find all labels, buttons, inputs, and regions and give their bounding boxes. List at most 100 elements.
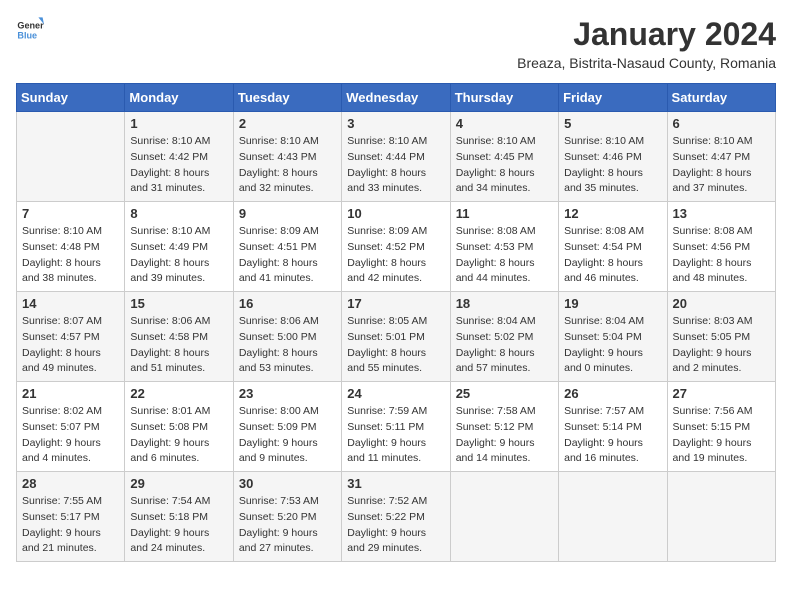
calendar-cell: 8Sunrise: 8:10 AMSunset: 4:49 PMDaylight…: [125, 202, 233, 292]
day-info: Sunrise: 7:55 AMSunset: 5:17 PMDaylight:…: [22, 494, 119, 557]
day-number: 22: [130, 386, 227, 401]
day-number: 8: [130, 206, 227, 221]
calendar-week-2: 7Sunrise: 8:10 AMSunset: 4:48 PMDaylight…: [17, 202, 776, 292]
day-info: Sunrise: 8:02 AMSunset: 5:07 PMDaylight:…: [22, 404, 119, 467]
day-info: Sunrise: 8:03 AMSunset: 5:05 PMDaylight:…: [673, 314, 770, 377]
calendar-cell: 1Sunrise: 8:10 AMSunset: 4:42 PMDaylight…: [125, 112, 233, 202]
calendar-cell: 3 Sunrise: 8:10 AMSunset: 4:44 PMDaylight…: [342, 112, 450, 202]
day-info: Sunrise: 8:10 AMSunset: 4:43 PMDaylight:…: [239, 134, 336, 197]
calendar-cell: 20 Sunrise: 8:03 AMSunset: 5:05 PMDayligh…: [667, 292, 775, 382]
calendar-cell: 25 Sunrise: 7:58 AMSunset: 5:12 PMDayligh…: [450, 382, 558, 472]
calendar-cell: 15 Sunrise: 8:06 AMSunset: 4:58 PMDayligh…: [125, 292, 233, 382]
day-info: Sunrise: 8:10 AMSunset: 4:44 PMDaylight:…: [347, 134, 444, 197]
weekday-header-wednesday: Wednesday: [342, 84, 450, 112]
weekday-header-row: SundayMondayTuesdayWednesdayThursdayFrid…: [17, 84, 776, 112]
day-info: Sunrise: 7:56 AMSunset: 5:15 PMDaylight:…: [673, 404, 770, 467]
day-info: Sunrise: 8:10 AMSunset: 4:48 PMDaylight:…: [22, 224, 119, 287]
calendar-cell: 10Sunrise: 8:09 AMSunset: 4:52 PMDayligh…: [342, 202, 450, 292]
calendar-cell: 21 Sunrise: 8:02 AMSunset: 5:07 PMDayligh…: [17, 382, 125, 472]
logo: General Blue: [16, 16, 44, 44]
calendar-week-5: 28 Sunrise: 7:55 AMSunset: 5:17 PMDayligh…: [17, 472, 776, 562]
calendar-cell: 27Sunrise: 7:56 AMSunset: 5:15 PMDayligh…: [667, 382, 775, 472]
calendar-cell: 29Sunrise: 7:54 AMSunset: 5:18 PMDayligh…: [125, 472, 233, 562]
day-number: 25: [456, 386, 553, 401]
calendar-cell: 17 Sunrise: 8:05 AMSunset: 5:01 PMDayligh…: [342, 292, 450, 382]
calendar-cell: 5 Sunrise: 8:10 AMSunset: 4:46 PMDaylight…: [559, 112, 667, 202]
subtitle: Breaza, Bistrita-Nasaud County, Romania: [517, 55, 776, 71]
day-number: 17: [347, 296, 444, 311]
calendar-week-1: 1Sunrise: 8:10 AMSunset: 4:42 PMDaylight…: [17, 112, 776, 202]
calendar-cell: 4Sunrise: 8:10 AMSunset: 4:45 PMDaylight…: [450, 112, 558, 202]
weekday-header-tuesday: Tuesday: [233, 84, 341, 112]
calendar-cell: [559, 472, 667, 562]
calendar-cell: 14Sunrise: 8:07 AMSunset: 4:57 PMDayligh…: [17, 292, 125, 382]
day-info: Sunrise: 8:04 AMSunset: 5:02 PMDaylight:…: [456, 314, 553, 377]
calendar-cell: 18 Sunrise: 8:04 AMSunset: 5:02 PMDayligh…: [450, 292, 558, 382]
weekday-header-saturday: Saturday: [667, 84, 775, 112]
calendar-cell: 7Sunrise: 8:10 AMSunset: 4:48 PMDaylight…: [17, 202, 125, 292]
day-number: 4: [456, 116, 553, 131]
calendar-cell: 16Sunrise: 8:06 AMSunset: 5:00 PMDayligh…: [233, 292, 341, 382]
day-info: Sunrise: 8:00 AMSunset: 5:09 PMDaylight:…: [239, 404, 336, 467]
calendar-cell: 11 Sunrise: 8:08 AMSunset: 4:53 PMDayligh…: [450, 202, 558, 292]
calendar-cell: 30Sunrise: 7:53 AMSunset: 5:20 PMDayligh…: [233, 472, 341, 562]
calendar-cell: 26 Sunrise: 7:57 AMSunset: 5:14 PMDayligh…: [559, 382, 667, 472]
day-info: Sunrise: 8:05 AMSunset: 5:01 PMDaylight:…: [347, 314, 444, 377]
day-number: 11: [456, 206, 553, 221]
calendar-cell: 12Sunrise: 8:08 AMSunset: 4:54 PMDayligh…: [559, 202, 667, 292]
day-number: 2: [239, 116, 336, 131]
logo-icon: General Blue: [16, 16, 44, 44]
day-info: Sunrise: 7:59 AMSunset: 5:11 PMDaylight:…: [347, 404, 444, 467]
day-info: Sunrise: 7:53 AMSunset: 5:20 PMDaylight:…: [239, 494, 336, 557]
day-info: Sunrise: 8:01 AMSunset: 5:08 PMDaylight:…: [130, 404, 227, 467]
day-info: Sunrise: 7:57 AMSunset: 5:14 PMDaylight:…: [564, 404, 661, 467]
calendar-week-4: 21 Sunrise: 8:02 AMSunset: 5:07 PMDayligh…: [17, 382, 776, 472]
day-number: 9: [239, 206, 336, 221]
day-info: Sunrise: 7:58 AMSunset: 5:12 PMDaylight:…: [456, 404, 553, 467]
day-info: Sunrise: 8:10 AMSunset: 4:46 PMDaylight:…: [564, 134, 661, 197]
svg-text:Blue: Blue: [17, 30, 37, 40]
weekday-header-monday: Monday: [125, 84, 233, 112]
page-header: General Blue January 2024 Breaza, Bistri…: [16, 16, 776, 71]
day-number: 16: [239, 296, 336, 311]
day-info: Sunrise: 8:06 AMSunset: 4:58 PMDaylight:…: [130, 314, 227, 377]
weekday-header-friday: Friday: [559, 84, 667, 112]
calendar-week-3: 14Sunrise: 8:07 AMSunset: 4:57 PMDayligh…: [17, 292, 776, 382]
calendar-cell: 13 Sunrise: 8:08 AMSunset: 4:56 PMDayligh…: [667, 202, 775, 292]
weekday-header-sunday: Sunday: [17, 84, 125, 112]
day-number: 5: [564, 116, 661, 131]
weekday-header-thursday: Thursday: [450, 84, 558, 112]
calendar-cell: 31 Sunrise: 7:52 AMSunset: 5:22 PMDayligh…: [342, 472, 450, 562]
calendar-cell: [667, 472, 775, 562]
day-number: 14: [22, 296, 119, 311]
day-info: Sunrise: 8:08 AMSunset: 4:56 PMDaylight:…: [673, 224, 770, 287]
day-number: 10: [347, 206, 444, 221]
title-block: January 2024 Breaza, Bistrita-Nasaud Cou…: [517, 16, 776, 71]
day-number: 23: [239, 386, 336, 401]
day-number: 31: [347, 476, 444, 491]
day-info: Sunrise: 8:08 AMSunset: 4:53 PMDaylight:…: [456, 224, 553, 287]
calendar-body: 1Sunrise: 8:10 AMSunset: 4:42 PMDaylight…: [17, 112, 776, 562]
calendar-cell: 28 Sunrise: 7:55 AMSunset: 5:17 PMDayligh…: [17, 472, 125, 562]
day-number: 20: [673, 296, 770, 311]
day-number: 3: [347, 116, 444, 131]
day-info: Sunrise: 8:04 AMSunset: 5:04 PMDaylight:…: [564, 314, 661, 377]
calendar-cell: 22 Sunrise: 8:01 AMSunset: 5:08 PMDayligh…: [125, 382, 233, 472]
svg-text:General: General: [17, 21, 44, 31]
day-number: 26: [564, 386, 661, 401]
day-number: 19: [564, 296, 661, 311]
day-number: 28: [22, 476, 119, 491]
day-number: 13: [673, 206, 770, 221]
day-info: Sunrise: 8:09 AMSunset: 4:51 PMDaylight:…: [239, 224, 336, 287]
day-number: 15: [130, 296, 227, 311]
main-title: January 2024: [517, 16, 776, 53]
calendar-cell: 6Sunrise: 8:10 AMSunset: 4:47 PMDaylight…: [667, 112, 775, 202]
day-number: 18: [456, 296, 553, 311]
calendar-cell: 9 Sunrise: 8:09 AMSunset: 4:51 PMDaylight…: [233, 202, 341, 292]
calendar-header: SundayMondayTuesdayWednesdayThursdayFrid…: [17, 84, 776, 112]
calendar-cell: [450, 472, 558, 562]
day-info: Sunrise: 7:52 AMSunset: 5:22 PMDaylight:…: [347, 494, 444, 557]
calendar-cell: 19 Sunrise: 8:04 AMSunset: 5:04 PMDayligh…: [559, 292, 667, 382]
day-number: 21: [22, 386, 119, 401]
day-number: 12: [564, 206, 661, 221]
